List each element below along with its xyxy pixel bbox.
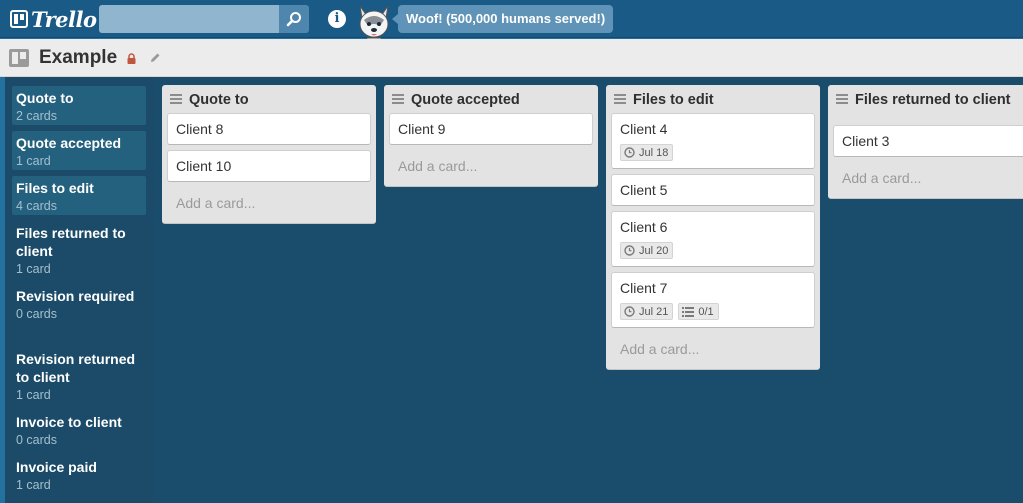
sidebar-item-name: Quote to bbox=[16, 90, 74, 106]
due-date-text: Jul 20 bbox=[639, 244, 669, 257]
trello-logo[interactable]: Trello bbox=[10, 6, 97, 32]
card-title: Client 3 bbox=[842, 133, 890, 149]
lock-icon bbox=[127, 53, 136, 64]
sidebar-item-revision-required[interactable]: Revision required 0 cards bbox=[12, 284, 146, 323]
sidebar-item-name: Revision required bbox=[16, 288, 135, 304]
sidebar-item-invoice-paid[interactable]: Invoice paid 1 card bbox=[12, 455, 146, 494]
search-input[interactable] bbox=[99, 5, 279, 33]
list-header: Files to edit bbox=[606, 85, 820, 113]
card-title: Client 9 bbox=[398, 121, 446, 137]
board-title[interactable]: Example bbox=[39, 47, 117, 69]
list-title[interactable]: Quote to bbox=[189, 91, 370, 109]
sidebar-item-files-returned[interactable]: Files returned to client 1 card bbox=[12, 221, 146, 278]
sidebar-item-count: 4 cards bbox=[16, 199, 57, 213]
due-date-badge: Jul 21 bbox=[620, 303, 674, 320]
card-title: Client 5 bbox=[620, 182, 668, 198]
card-badges: Jul 21 0/1 bbox=[620, 303, 806, 320]
list-quote-accepted: Quote accepted Client 9 Add a card... bbox=[384, 85, 598, 187]
board-icon bbox=[9, 49, 29, 67]
due-date-badge: Jul 20 bbox=[620, 242, 674, 259]
add-card-button[interactable]: Add a card... bbox=[389, 150, 593, 186]
list-menu-icon[interactable] bbox=[614, 94, 626, 104]
list-menu-icon[interactable] bbox=[170, 94, 182, 104]
card-title: Client 8 bbox=[176, 121, 224, 137]
sidebar-item-count: 0 cards bbox=[16, 307, 57, 321]
sidebar-item-files-to-edit[interactable]: Files to edit 4 cards bbox=[12, 176, 146, 215]
clock-icon bbox=[624, 245, 635, 256]
due-date-text: Jul 21 bbox=[639, 305, 669, 318]
trello-board-icon bbox=[10, 10, 28, 28]
board-header: Example bbox=[0, 39, 1023, 77]
sidebar-item-name: Files returned to client bbox=[16, 225, 126, 259]
top-header: Trello i Woof! (500,000 humans served!) bbox=[0, 0, 1023, 44]
list-sidebar: Quote to 2 cards Quote accepted 1 card F… bbox=[5, 77, 153, 503]
add-card-button[interactable]: Add a card... bbox=[833, 162, 1018, 198]
info-icon[interactable]: i bbox=[328, 10, 346, 28]
clock-icon bbox=[624, 147, 635, 158]
sidebar-item-name: Files to edit bbox=[16, 180, 94, 196]
sidebar-item-quote-to[interactable]: Quote to 2 cards bbox=[12, 86, 146, 125]
card-client-9[interactable]: Client 9 bbox=[389, 113, 593, 145]
sidebar-item-name: Invoice paid bbox=[16, 459, 97, 475]
checklist-text: 0/1 bbox=[698, 305, 714, 318]
list-title[interactable]: Quote accepted bbox=[411, 91, 592, 109]
sidebar-item-invoice-to-client[interactable]: Invoice to client 0 cards bbox=[12, 410, 146, 449]
taco-mascot-icon bbox=[359, 5, 389, 44]
sidebar-item-count: 1 card bbox=[16, 388, 51, 402]
card-title: Client 7 bbox=[620, 280, 668, 296]
sidebar-item-name: Revision returned to client bbox=[16, 351, 136, 385]
logo-text: Trello bbox=[31, 6, 97, 32]
card-client-4[interactable]: Client 4 Jul 18 bbox=[611, 113, 815, 169]
list-title[interactable]: Files to edit bbox=[633, 91, 814, 109]
checklist-badge: 0/1 bbox=[678, 303, 719, 320]
sidebar-item-count: 1 card bbox=[16, 478, 51, 492]
card-client-10[interactable]: Client 10 bbox=[167, 150, 371, 182]
card-client-5[interactable]: Client 5 bbox=[611, 174, 815, 206]
card-title: Client 4 bbox=[620, 121, 668, 137]
sidebar-item-count: 1 card bbox=[16, 262, 51, 276]
checklist-icon bbox=[682, 306, 695, 317]
search-icon bbox=[286, 12, 301, 27]
due-date-badge: Jul 18 bbox=[620, 144, 674, 161]
list-files-returned: Files returned to client Client 3 Add a … bbox=[828, 85, 1023, 199]
list-menu-icon[interactable] bbox=[836, 94, 848, 104]
list-header: Files returned to client bbox=[828, 85, 1023, 125]
mascot-speech-bubble: Woof! (500,000 humans served!) bbox=[391, 5, 614, 33]
card-title: Client 10 bbox=[176, 158, 232, 174]
card-badges: Jul 20 bbox=[620, 242, 806, 259]
sidebar-item-count: 1 card bbox=[16, 154, 51, 168]
list-header: Quote accepted bbox=[384, 85, 598, 113]
pencil-icon[interactable] bbox=[149, 52, 161, 64]
sidebar-item-quote-accepted[interactable]: Quote accepted 1 card bbox=[12, 131, 146, 170]
sidebar-item-count: 2 cards bbox=[16, 109, 57, 123]
card-title: Client 6 bbox=[620, 219, 668, 235]
add-card-button[interactable]: Add a card... bbox=[611, 333, 815, 369]
list-title[interactable]: Files returned to client bbox=[855, 91, 1017, 109]
sidebar-item-name: Quote accepted bbox=[16, 135, 122, 151]
sidebar-item-name: Invoice to client bbox=[16, 414, 122, 430]
sidebar-item-count: 0 cards bbox=[16, 433, 57, 447]
list-quote-to: Quote to Client 8 Client 10 Add a card..… bbox=[162, 85, 376, 224]
card-client-3[interactable]: Client 3 bbox=[833, 125, 1023, 157]
list-files-to-edit: Files to edit Client 4 Jul 18 Client 5 C… bbox=[606, 85, 820, 370]
list-header: Quote to bbox=[162, 85, 376, 113]
clock-icon bbox=[624, 306, 635, 317]
add-card-button[interactable]: Add a card... bbox=[167, 187, 371, 223]
list-menu-icon[interactable] bbox=[392, 94, 404, 104]
card-client-8[interactable]: Client 8 bbox=[167, 113, 371, 145]
card-client-7[interactable]: Client 7 Jul 21 0/1 bbox=[611, 272, 815, 328]
card-client-6[interactable]: Client 6 Jul 20 bbox=[611, 211, 815, 267]
due-date-text: Jul 18 bbox=[639, 146, 669, 159]
sidebar-item-revision-returned[interactable]: Revision returned to client 1 card bbox=[12, 347, 146, 404]
search-button[interactable] bbox=[279, 5, 309, 33]
card-badges: Jul 18 bbox=[620, 144, 806, 161]
